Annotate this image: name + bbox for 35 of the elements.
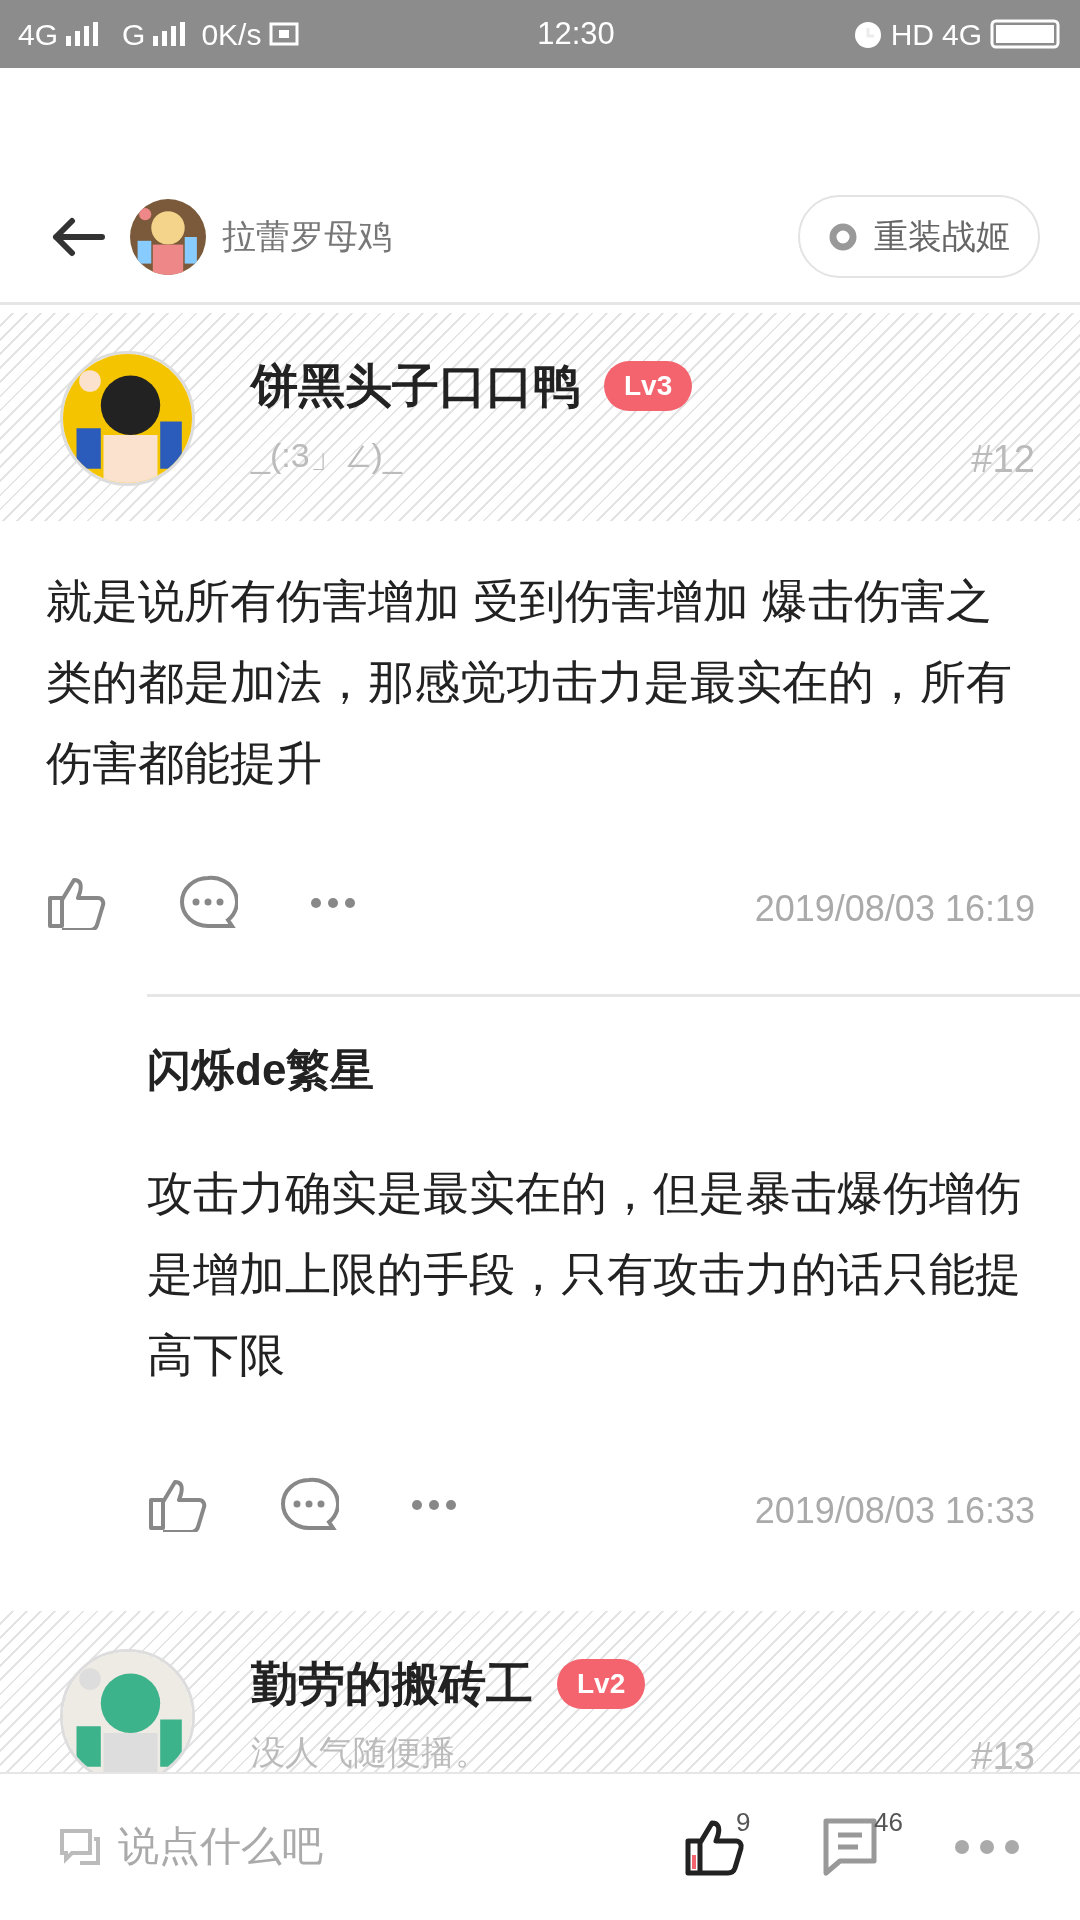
tag-button[interactable]: 重装战姬 (798, 195, 1040, 278)
hd-label: HD (890, 16, 934, 53)
author-name[interactable]: 勤劳的搬砖工 (251, 1648, 533, 1720)
timestamp: 2019/08/03 16:19 (754, 886, 1035, 931)
chat-icon (58, 1827, 102, 1867)
more-icon[interactable] (954, 1839, 1020, 1855)
floor-number: #13 (971, 1733, 1035, 1772)
more-icon (411, 1498, 457, 1511)
network-label: 4G (18, 16, 59, 53)
reply-text: 攻击力确实是最实在的，但是暴击爆伤增伤是增加上限的手段，只有攻击力的话只能提高下限 (147, 1165, 1022, 1383)
screenshot-icon (269, 20, 300, 48)
battery-icon (990, 19, 1062, 49)
circle-icon (828, 221, 858, 252)
network-label: 4G (941, 16, 982, 53)
comment-count: 46 (874, 1806, 903, 1839)
post-text: 就是说所有伤害增加 受到伤害增加 爆击伤害之类的都是加法，那感觉功击力是最实在的，所有伤害都能提升 (45, 573, 1013, 791)
topic-title: 拉蕾罗母鸡 (222, 216, 393, 257)
signal-icon (153, 22, 186, 46)
user-signature: _(:3」∠)_ (251, 434, 402, 476)
user-signature: 没人气随便播。 (251, 1732, 489, 1772)
more-icon (310, 896, 356, 909)
back-button[interactable] (50, 216, 106, 257)
timestamp: 2019/08/03 16:33 (754, 1488, 1035, 1533)
speed-label: 0K/s (201, 16, 262, 53)
floor-number: #12 (971, 435, 1035, 482)
like-count: 9 (736, 1806, 751, 1839)
network-label: G (122, 16, 146, 53)
time-label: 12:30 (536, 14, 616, 53)
reply-author[interactable]: 闪烁de繁星 (147, 996, 1080, 1103)
author-name[interactable]: 饼黑头子口口鸭 (251, 351, 580, 422)
back-icon (50, 216, 106, 257)
level-badge: Lv2 (557, 1659, 646, 1710)
alarm-icon (852, 19, 883, 49)
signal-icon (66, 22, 99, 46)
level-badge: Lv3 (604, 361, 693, 412)
